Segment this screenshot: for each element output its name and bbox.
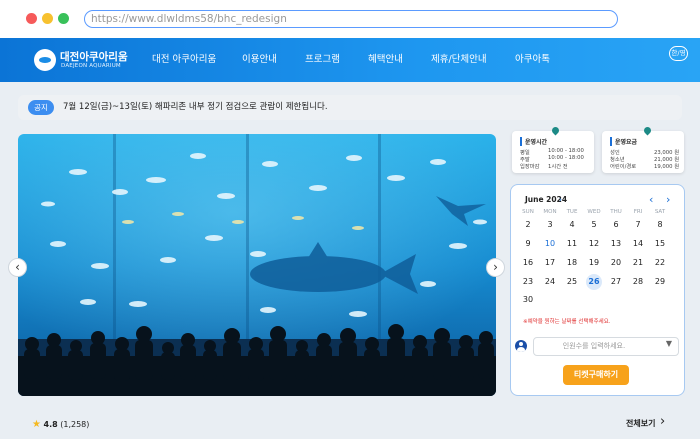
hours-row-label: 입장마감 — [520, 164, 540, 170]
fee-row-label: 어린이/경로 — [610, 164, 637, 170]
calendar-day-today[interactable]: 10 — [539, 236, 561, 252]
notice-badge: 공지 — [28, 100, 54, 115]
hours-row: 입장마감 1시간 전 — [520, 162, 568, 170]
nav-item-program[interactable]: 프로그램 — [305, 38, 340, 82]
calendar-day[interactable]: 21 — [627, 255, 649, 271]
weekday-label: TUE — [566, 209, 578, 215]
pin-icon — [550, 125, 561, 136]
calendar-day[interactable]: 22 — [649, 255, 671, 271]
pin-icon — [642, 125, 653, 136]
logo-title: 대전아쿠아리움 — [60, 51, 128, 63]
calendar-instruction: ※예약을 원하는 날짜를 선택해주세요. — [523, 319, 611, 325]
hours-card-title: 운영시간 — [520, 137, 547, 146]
calendar-day[interactable]: 25 — [561, 274, 583, 290]
chevron-left-icon: ‹ — [15, 260, 20, 274]
hours-card: 운영시간 평일 10:00 - 18:00 주말 10:00 - 18:00 입… — [512, 125, 594, 173]
window-close-dot[interactable] — [26, 13, 37, 24]
calendar-day[interactable]: 2 — [517, 217, 539, 233]
calendar-day[interactable]: 27 — [605, 274, 627, 290]
calendar-day[interactable]: 17 — [539, 255, 561, 271]
chevron-right-icon[interactable]: › — [660, 414, 665, 429]
nav-item-aquatalk[interactable]: 아쿠아톡 — [515, 38, 550, 82]
hours-row-value: 10:00 - 18:00 — [548, 148, 584, 154]
calendar-day[interactable]: 29 — [649, 274, 671, 290]
calendar-day[interactable]: 30 — [517, 292, 539, 308]
calendar-day[interactable]: 14 — [627, 236, 649, 252]
site-header: 대전아쿠아리움 DAEJEON AQUARIUM 대전 아쿠아리움 이용안내 프… — [0, 38, 700, 82]
calendar-day[interactable]: 19 — [583, 255, 605, 271]
language-toggle[interactable]: 한/영 — [669, 46, 688, 61]
window-minimize-dot[interactable] — [42, 13, 53, 24]
weekday-label: SUN — [522, 209, 534, 215]
aquarium-tank-illustration — [18, 134, 496, 396]
weekday-label: THU — [610, 209, 622, 215]
nav-item-benefits[interactable]: 혜택안내 — [368, 38, 403, 82]
calendar-day[interactable]: 28 — [627, 274, 649, 290]
fee-row: 어린이/경로 19,000 원 — [610, 162, 679, 170]
hours-row-value: 1시간 전 — [548, 164, 568, 170]
hero-next-button[interactable]: › — [486, 258, 505, 277]
visitor-count-select[interactable]: 인원수를 입력하세요. ▼ — [533, 337, 679, 356]
rating-summary: ★ 4.8 (1,258) — [32, 419, 89, 430]
calendar-prev-month-button[interactable]: ‹ — [649, 193, 653, 206]
booking-calendar: June 2024 › ‹ › SUN MON TUE WED THU FRI … — [510, 184, 685, 396]
weekday-label: FRI — [633, 209, 643, 215]
site-logo[interactable]: 대전아쿠아리움 DAEJEON AQUARIUM — [34, 46, 128, 74]
logo-subtitle: DAEJEON AQUARIUM — [61, 63, 121, 69]
visitor-count-placeholder: 인원수를 입력하세요. — [562, 342, 626, 350]
nav-item-partnership[interactable]: 제휴/단체안내 — [431, 38, 487, 82]
star-icon: ★ — [32, 419, 41, 430]
calendar-day[interactable]: 4 — [561, 217, 583, 233]
chevron-right-icon: › — [493, 260, 498, 274]
calendar-day[interactable]: 9 — [517, 236, 539, 252]
weekday-label: MON — [543, 209, 557, 215]
calendar-day[interactable]: 5 — [583, 217, 605, 233]
calendar-day[interactable]: 18 — [561, 255, 583, 271]
aquarium-logo-icon — [34, 49, 56, 71]
nav-item-guide[interactable]: 이용안내 — [242, 38, 277, 82]
calendar-day[interactable]: 13 — [605, 236, 627, 252]
weekday-label: WED — [587, 209, 601, 215]
calendar-day[interactable]: 12 — [583, 236, 605, 252]
buy-ticket-button[interactable]: 티켓구매하기 — [563, 365, 629, 385]
fee-row-value: 19,000 원 — [654, 164, 680, 170]
chevron-right-icon[interactable]: › — [559, 195, 562, 204]
view-all-link[interactable]: 전체보기 — [626, 418, 655, 429]
hero-image — [18, 134, 496, 396]
calendar-day[interactable]: 11 — [561, 236, 583, 252]
calendar-day[interactable]: 8 — [649, 217, 671, 233]
calendar-day[interactable]: 15 — [649, 236, 671, 252]
rating-score: 4.8 — [43, 420, 58, 429]
calendar-day[interactable]: 16 — [517, 255, 539, 271]
notice-bar: 공지 7월 12일(금)~13일(토) 해파리존 내부 정기 점검으로 관람이 … — [18, 95, 682, 120]
fee-card: 운영요금 성인 23,000 원 청소년 21,000 원 어린이/경로 19,… — [602, 125, 684, 173]
nav-item-daejeon-aquarium[interactable]: 대전 아쿠아리움 — [152, 38, 216, 82]
browser-chrome: https://www.dlwldms58/bhc_redesign — [0, 0, 700, 38]
rating-count: (1,258) — [60, 420, 90, 429]
calendar-day[interactable]: 6 — [605, 217, 627, 233]
hero-prev-button[interactable]: ‹ — [8, 258, 27, 277]
calendar-day-selected[interactable]: 26 — [586, 274, 602, 290]
calendar-day[interactable]: 20 — [605, 255, 627, 271]
window-maximize-dot[interactable] — [58, 13, 69, 24]
fee-card-title: 운영요금 — [610, 137, 637, 146]
address-bar[interactable]: https://www.dlwldms58/bhc_redesign — [84, 10, 618, 28]
person-icon — [515, 340, 527, 352]
hours-row-value: 10:00 - 18:00 — [548, 155, 584, 161]
calendar-day[interactable]: 24 — [539, 274, 561, 290]
weekday-label: SAT — [654, 209, 666, 215]
calendar-day[interactable]: 3 — [539, 217, 561, 233]
calendar-day[interactable]: 23 — [517, 274, 539, 290]
caret-down-icon: ▼ — [665, 339, 672, 348]
calendar-day[interactable]: 7 — [627, 217, 649, 233]
calendar-next-month-button[interactable]: › — [666, 193, 670, 206]
notice-text[interactable]: 7월 12일(금)~13일(토) 해파리존 내부 정기 점검으로 관람이 제한됩… — [63, 95, 328, 120]
